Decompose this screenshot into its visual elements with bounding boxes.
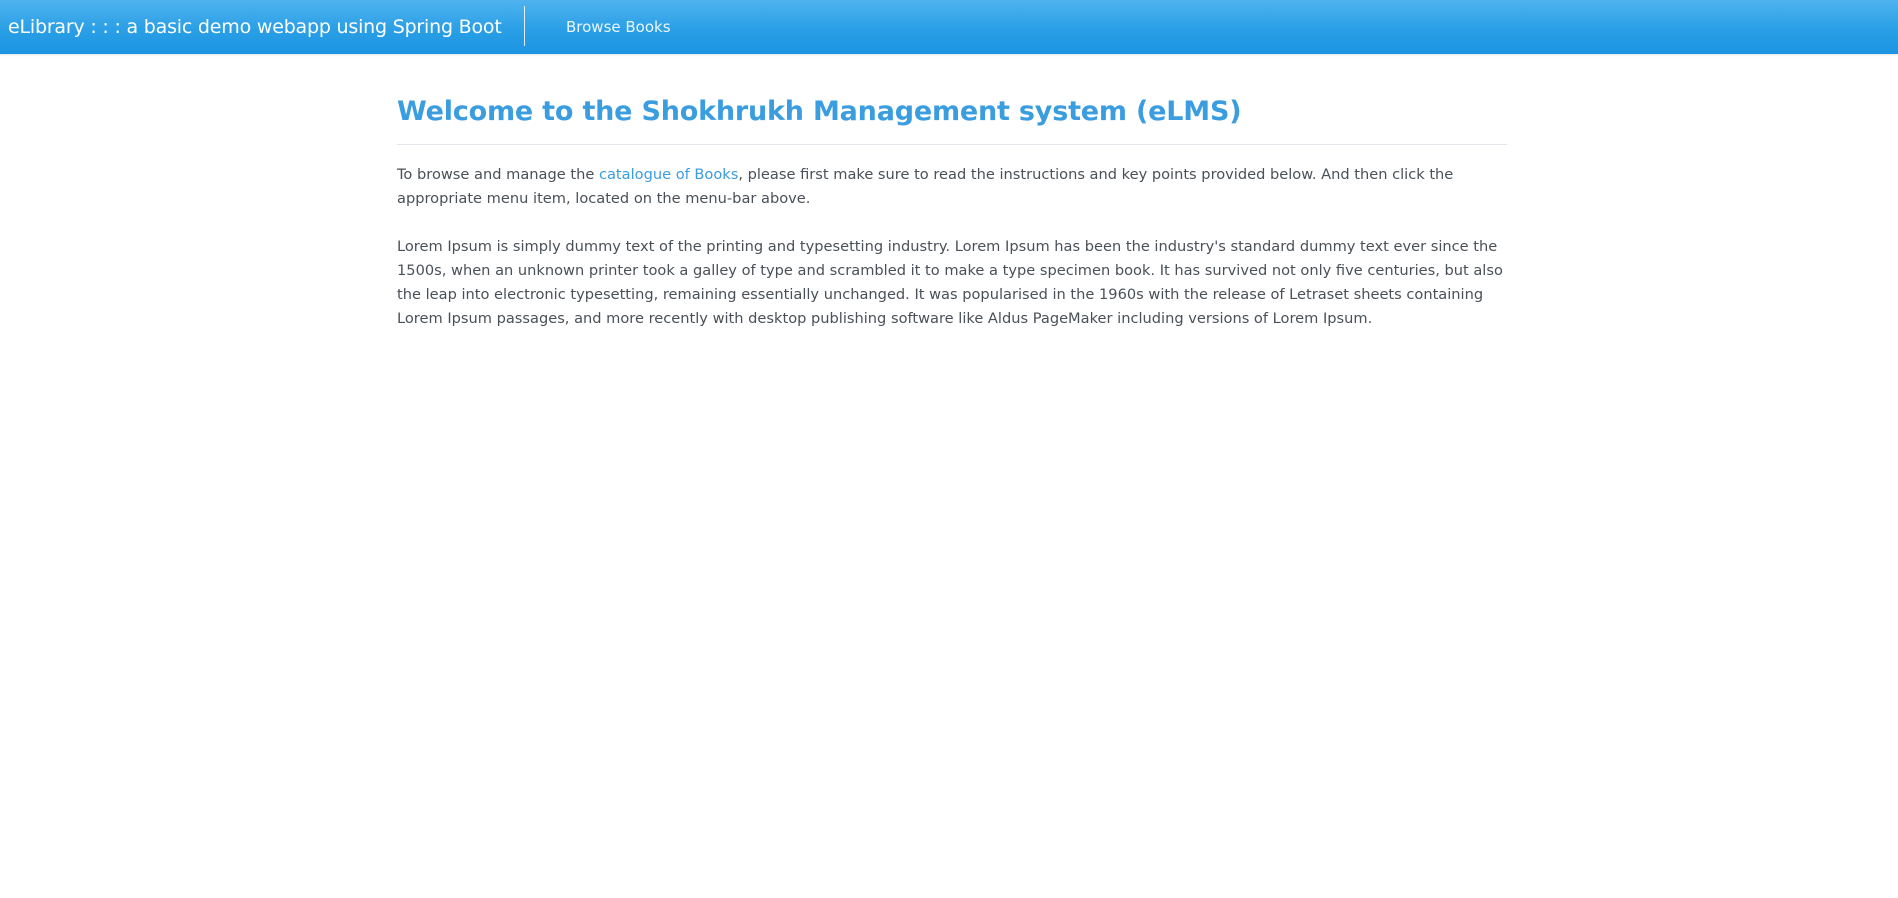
page-title: Welcome to the Shokhrukh Management syst…: [397, 90, 1507, 145]
main-content: Welcome to the Shokhrukh Management syst…: [397, 90, 1507, 331]
intro-paragraph: To browse and manage the catalogue of Bo…: [397, 163, 1507, 211]
catalogue-of-books-link[interactable]: catalogue of Books: [599, 166, 738, 183]
top-navbar: eLibrary : : : a basic demo webapp using…: [0, 0, 1898, 54]
navbar-divider: [524, 6, 525, 46]
lorem-paragraph: Lorem Ipsum is simply dummy text of the …: [397, 238, 1503, 327]
nav-link-browse-books[interactable]: Browse Books: [566, 0, 671, 54]
intro-text-before: To browse and manage the: [397, 166, 599, 183]
brand-link[interactable]: eLibrary : : : a basic demo webapp using…: [8, 0, 502, 54]
